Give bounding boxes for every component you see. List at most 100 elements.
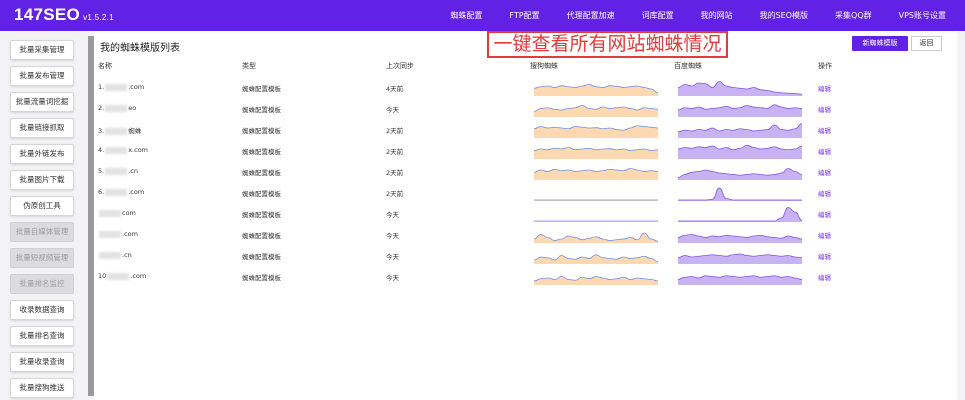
sidebar-button[interactable]: 伪原创工具 xyxy=(10,196,74,216)
baidu-spider-chart-area xyxy=(678,207,802,222)
sidebar-button[interactable]: 批量发布管理 xyxy=(10,66,74,86)
baidu-spider-chart xyxy=(678,104,802,117)
sidebar-button[interactable]: 批量外链发布 xyxy=(10,144,74,164)
edit-link[interactable]: 编辑 xyxy=(818,251,831,261)
last-sync: 2天前 xyxy=(386,148,404,156)
site-name-suffix: eo xyxy=(128,104,137,112)
baidu-spider-chart xyxy=(678,207,802,222)
nav-qq-group[interactable]: 采集QQ群 xyxy=(835,10,872,21)
sidebar-button[interactable]: 批量流量词挖掘 xyxy=(10,92,74,112)
site-name: .com xyxy=(98,230,138,238)
site-name-prefix: 10 xyxy=(98,272,107,280)
template-type: 蜘蛛配置模板 xyxy=(242,148,281,156)
template-type: 蜘蛛配置模板 xyxy=(242,190,281,198)
sidebar-button[interactable]: 批量排名监控 xyxy=(10,274,74,294)
site-name-prefix: 6. xyxy=(98,188,105,196)
sidebar-button[interactable]: 批量搜狗推送 xyxy=(10,378,74,398)
last-sync: 4天前 xyxy=(386,85,404,93)
table-row: .com 蜘蛛配置模板 今天 编辑 xyxy=(94,224,957,245)
baidu-spider-chart-line xyxy=(678,187,802,201)
last-sync: 今天 xyxy=(386,274,399,282)
site-name: 6. .com xyxy=(98,188,144,196)
nav-spider-config[interactable]: 蜘蛛配置 xyxy=(450,10,482,21)
new-spider-template-button[interactable]: 新蜘蛛模版 xyxy=(852,36,908,51)
edit-link[interactable]: 编辑 xyxy=(818,272,831,282)
site-name-suffix: .com xyxy=(128,83,145,91)
sidebar-button[interactable]: 批量收录查询 xyxy=(10,352,74,372)
table-row: 10 .com 蜘蛛配置模板 今天 编辑 xyxy=(94,266,957,287)
edit-link[interactable]: 编辑 xyxy=(818,146,831,156)
table-row: 2. eo 蜘蛛配置模板 今天 编辑 xyxy=(94,98,957,119)
sidebar-button[interactable]: 批量自媒体管理 xyxy=(10,222,74,242)
sidebar-button[interactable]: 批量图片下载 xyxy=(10,170,74,190)
last-sync: 今天 xyxy=(386,253,399,261)
site-name-suffix: .cn xyxy=(128,167,138,175)
table-row: 6. .com 蜘蛛配置模板 2天前 编辑 xyxy=(94,182,957,203)
nav-vps-settings[interactable]: VPS账号设置 xyxy=(899,10,946,21)
app-logo: 147SEO v1.5.2.1 xyxy=(14,5,114,25)
table-row: .cn 蜘蛛配置模板 今天 编辑 xyxy=(94,245,957,266)
sidebar-button[interactable]: 收录数据查询 xyxy=(10,300,74,320)
site-name: 3. 蜘蛛 xyxy=(98,125,141,135)
sogou-spider-chart xyxy=(534,105,658,117)
edit-link[interactable]: 编辑 xyxy=(818,209,831,219)
last-sync: 今天 xyxy=(386,211,399,219)
baidu-spider-chart xyxy=(678,253,802,264)
sidebar: 批量采集管理 批量发布管理 批量流量词挖掘 批量链接抓取 批量外链发布 批量图片下载 伪原创… xyxy=(0,31,88,400)
baidu-spider-chart xyxy=(678,187,802,201)
baidu-spider-chart-area xyxy=(678,188,802,201)
site-name-suffix: .com xyxy=(122,230,138,238)
table-row: com 蜘蛛配置模板 今天 编辑 xyxy=(94,203,957,224)
site-name: 5. .cn xyxy=(98,167,138,175)
site-name-prefix: 4. xyxy=(98,146,105,154)
baidu-spider-chart xyxy=(678,81,802,96)
sogou-spider-chart xyxy=(534,84,658,96)
last-sync: 2天前 xyxy=(386,169,404,177)
redacted-text xyxy=(99,209,121,217)
edit-link[interactable]: 编辑 xyxy=(818,125,831,135)
brand-name: 147SEO xyxy=(14,5,81,24)
version-label: v1.5.2.1 xyxy=(83,13,114,22)
table-row: 5. .cn 蜘蛛配置模板 2天前 编辑 xyxy=(94,161,957,182)
main-panel: 我的蜘蛛模版列表 一键查看所有网站蜘蛛情况 新蜘蛛模版 返回 名称 类型 上次同… xyxy=(94,31,957,400)
sogou-spider-chart xyxy=(534,220,658,222)
nav-my-seo-templates[interactable]: 我的SEO模版 xyxy=(760,10,808,21)
edit-link[interactable]: 编辑 xyxy=(818,167,831,177)
baidu-spider-chart xyxy=(678,275,802,285)
sidebar-button[interactable]: 批量采集管理 xyxy=(10,40,74,60)
edit-link[interactable]: 编辑 xyxy=(818,104,831,114)
baidu-spider-chart xyxy=(678,234,802,243)
template-type: 蜘蛛配置模板 xyxy=(242,169,281,177)
sidebar-button[interactable]: 批量短视频管理 xyxy=(10,248,74,268)
sogou-spider-chart xyxy=(534,276,658,285)
back-button[interactable]: 返回 xyxy=(911,36,942,51)
site-name-prefix: 5. xyxy=(98,167,105,175)
sidebar-button[interactable]: 批量链接抓取 xyxy=(10,118,74,138)
nav-proxy-config[interactable]: 代理配置加速 xyxy=(567,10,615,21)
redacted-text xyxy=(99,230,121,238)
template-type: 蜘蛛配置模板 xyxy=(242,127,281,135)
top-navbar: 147SEO v1.5.2.1 蜘蛛配置 FTP配置 代理配置加速 词库配置 我的… xyxy=(0,0,965,31)
template-type: 蜘蛛配置模板 xyxy=(242,85,281,93)
column-header-last-sync: 上次同步 xyxy=(386,62,414,70)
sogou-spider-chart-area xyxy=(534,105,658,117)
template-type: 蜘蛛配置模板 xyxy=(242,253,281,261)
site-name: com xyxy=(98,209,136,217)
nav-ftp-config[interactable]: FTP配置 xyxy=(509,10,539,21)
sogou-spider-chart xyxy=(534,168,658,180)
nav-wordlib-config[interactable]: 词库配置 xyxy=(642,10,674,21)
site-name-suffix: .cn xyxy=(122,251,132,259)
edit-link[interactable]: 编辑 xyxy=(818,83,831,93)
site-name-suffix: com xyxy=(122,209,136,217)
template-type: 蜘蛛配置模板 xyxy=(242,232,281,240)
sidebar-button[interactable]: 批量排名查询 xyxy=(10,326,74,346)
column-header-name: 名称 xyxy=(98,62,112,70)
nav-my-sites[interactable]: 我的网站 xyxy=(701,10,733,21)
baidu-spider-chart-area xyxy=(678,254,802,264)
baidu-spider-chart-area xyxy=(678,123,802,138)
redacted-text xyxy=(99,251,121,259)
site-name: 10 .com xyxy=(98,272,146,280)
edit-link[interactable]: 编辑 xyxy=(818,230,831,240)
edit-link[interactable]: 编辑 xyxy=(818,188,831,198)
site-name-suffix: x.com xyxy=(128,146,148,154)
